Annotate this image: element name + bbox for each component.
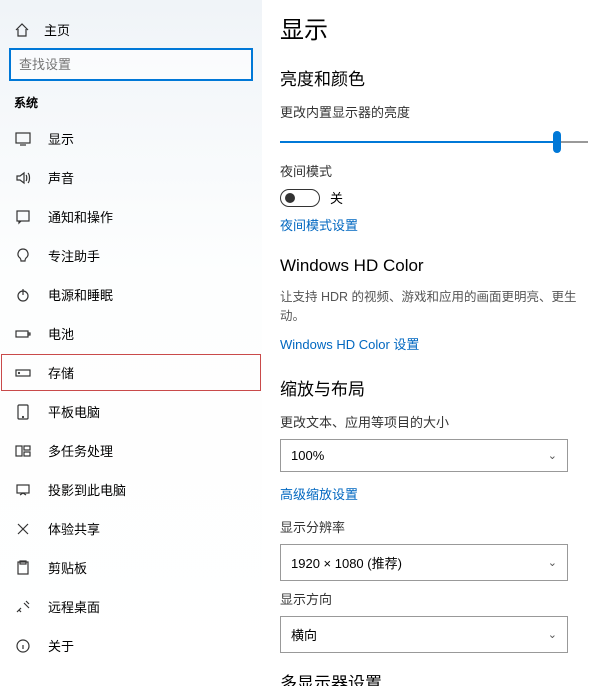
- sidebar-item-tablet[interactable]: 平板电脑: [0, 392, 262, 431]
- sidebar-item-sharing[interactable]: 体验共享: [0, 509, 262, 548]
- night-mode-label: 夜间模式: [280, 161, 588, 180]
- sidebar-item-label: 通知和操作: [48, 207, 113, 226]
- home-label: 主页: [44, 20, 70, 39]
- sidebar-section-label: 系统: [0, 94, 262, 119]
- resolution-value: 1920 × 1080 (推荐): [291, 553, 402, 572]
- sidebar-item-label: 电池: [48, 324, 74, 343]
- resolution-label: 显示分辨率: [280, 517, 588, 536]
- sidebar-item-label: 剪贴板: [48, 558, 87, 577]
- scale-heading: 缩放与布局: [280, 375, 588, 400]
- chevron-down-icon: ⌄: [548, 449, 557, 462]
- sidebar-item-label: 体验共享: [48, 519, 100, 538]
- sidebar-item-label: 声音: [48, 168, 74, 187]
- toggle-knob: [285, 193, 295, 203]
- night-mode-toggle[interactable]: [280, 189, 320, 207]
- nav-list: 显示 声音 通知和操作 专注助手 电源和睡眠 电池 存储 平板电脑: [0, 119, 262, 665]
- multitask-icon: [14, 442, 32, 460]
- power-icon: [14, 286, 32, 304]
- toggle-state: 关: [330, 188, 343, 207]
- main-panel: 显示 亮度和颜色 更改内置显示器的亮度 夜间模式 关 夜间模式设置 Window…: [262, 0, 600, 686]
- sharing-icon: [14, 520, 32, 538]
- sidebar-item-about[interactable]: 关于: [0, 626, 262, 665]
- home-icon: [14, 22, 30, 38]
- focus-icon: [14, 247, 32, 265]
- sidebar-item-label: 平板电脑: [48, 402, 100, 421]
- about-icon: [14, 637, 32, 655]
- text-size-select[interactable]: 100% ⌄: [280, 439, 568, 472]
- orientation-value: 横向: [291, 625, 317, 644]
- orientation-select[interactable]: 横向 ⌄: [280, 616, 568, 653]
- advanced-scaling-link[interactable]: 高级缩放设置: [280, 484, 358, 503]
- remote-icon: [14, 598, 32, 616]
- sidebar-item-multitask[interactable]: 多任务处理: [0, 431, 262, 470]
- sidebar-item-focus[interactable]: 专注助手: [0, 236, 262, 275]
- sidebar-item-battery[interactable]: 电池: [0, 314, 262, 353]
- resolution-select[interactable]: 1920 × 1080 (推荐) ⌄: [280, 544, 568, 581]
- settings-sidebar: 主页 系统 显示 声音 通知和操作 专注助手 电源和睡眠 电池: [0, 0, 262, 686]
- display-icon: [14, 130, 32, 148]
- night-mode-settings-link[interactable]: 夜间模式设置: [280, 215, 358, 234]
- chevron-down-icon: ⌄: [548, 556, 557, 569]
- search-wrap: [0, 49, 262, 94]
- brightness-heading: 亮度和颜色: [280, 65, 588, 90]
- text-size-label: 更改文本、应用等项目的大小: [280, 412, 588, 431]
- sidebar-item-sound[interactable]: 声音: [0, 158, 262, 197]
- storage-icon: [14, 364, 32, 382]
- tablet-icon: [14, 403, 32, 421]
- search-input[interactable]: [10, 49, 252, 80]
- hdr-desc: 让支持 HDR 的视频、游戏和应用的画面更明亮、更生动。: [280, 288, 588, 326]
- page-title: 显示: [280, 10, 588, 45]
- sidebar-item-label: 存储: [48, 363, 74, 382]
- sidebar-item-notifications[interactable]: 通知和操作: [0, 197, 262, 236]
- home-button[interactable]: 主页: [0, 14, 262, 49]
- brightness-slider[interactable]: [280, 129, 588, 155]
- sidebar-item-label: 多任务处理: [48, 441, 113, 460]
- sidebar-item-storage[interactable]: 存储: [0, 353, 262, 392]
- multi-display-heading: 多显示器设置: [280, 669, 588, 686]
- sidebar-item-label: 关于: [48, 636, 74, 655]
- sidebar-item-label: 显示: [48, 129, 74, 148]
- notifications-icon: [14, 208, 32, 226]
- sidebar-item-display[interactable]: 显示: [0, 119, 262, 158]
- sound-icon: [14, 169, 32, 187]
- sidebar-item-label: 远程桌面: [48, 597, 100, 616]
- slider-thumb[interactable]: [553, 131, 561, 153]
- project-icon: [14, 481, 32, 499]
- brightness-desc: 更改内置显示器的亮度: [280, 102, 588, 121]
- sidebar-item-remote[interactable]: 远程桌面: [0, 587, 262, 626]
- text-size-value: 100%: [291, 448, 324, 463]
- hdr-settings-link[interactable]: Windows HD Color 设置: [280, 334, 419, 353]
- sidebar-item-project[interactable]: 投影到此电脑: [0, 470, 262, 509]
- sidebar-item-clipboard[interactable]: 剪贴板: [0, 548, 262, 587]
- sidebar-item-label: 电源和睡眠: [48, 285, 113, 304]
- battery-icon: [14, 325, 32, 343]
- sidebar-item-label: 专注助手: [48, 246, 100, 265]
- sidebar-item-power[interactable]: 电源和睡眠: [0, 275, 262, 314]
- hdr-heading: Windows HD Color: [280, 256, 588, 276]
- chevron-down-icon: ⌄: [548, 628, 557, 641]
- orientation-label: 显示方向: [280, 589, 588, 608]
- sidebar-item-label: 投影到此电脑: [48, 480, 126, 499]
- slider-fill: [280, 141, 557, 143]
- clipboard-icon: [14, 559, 32, 577]
